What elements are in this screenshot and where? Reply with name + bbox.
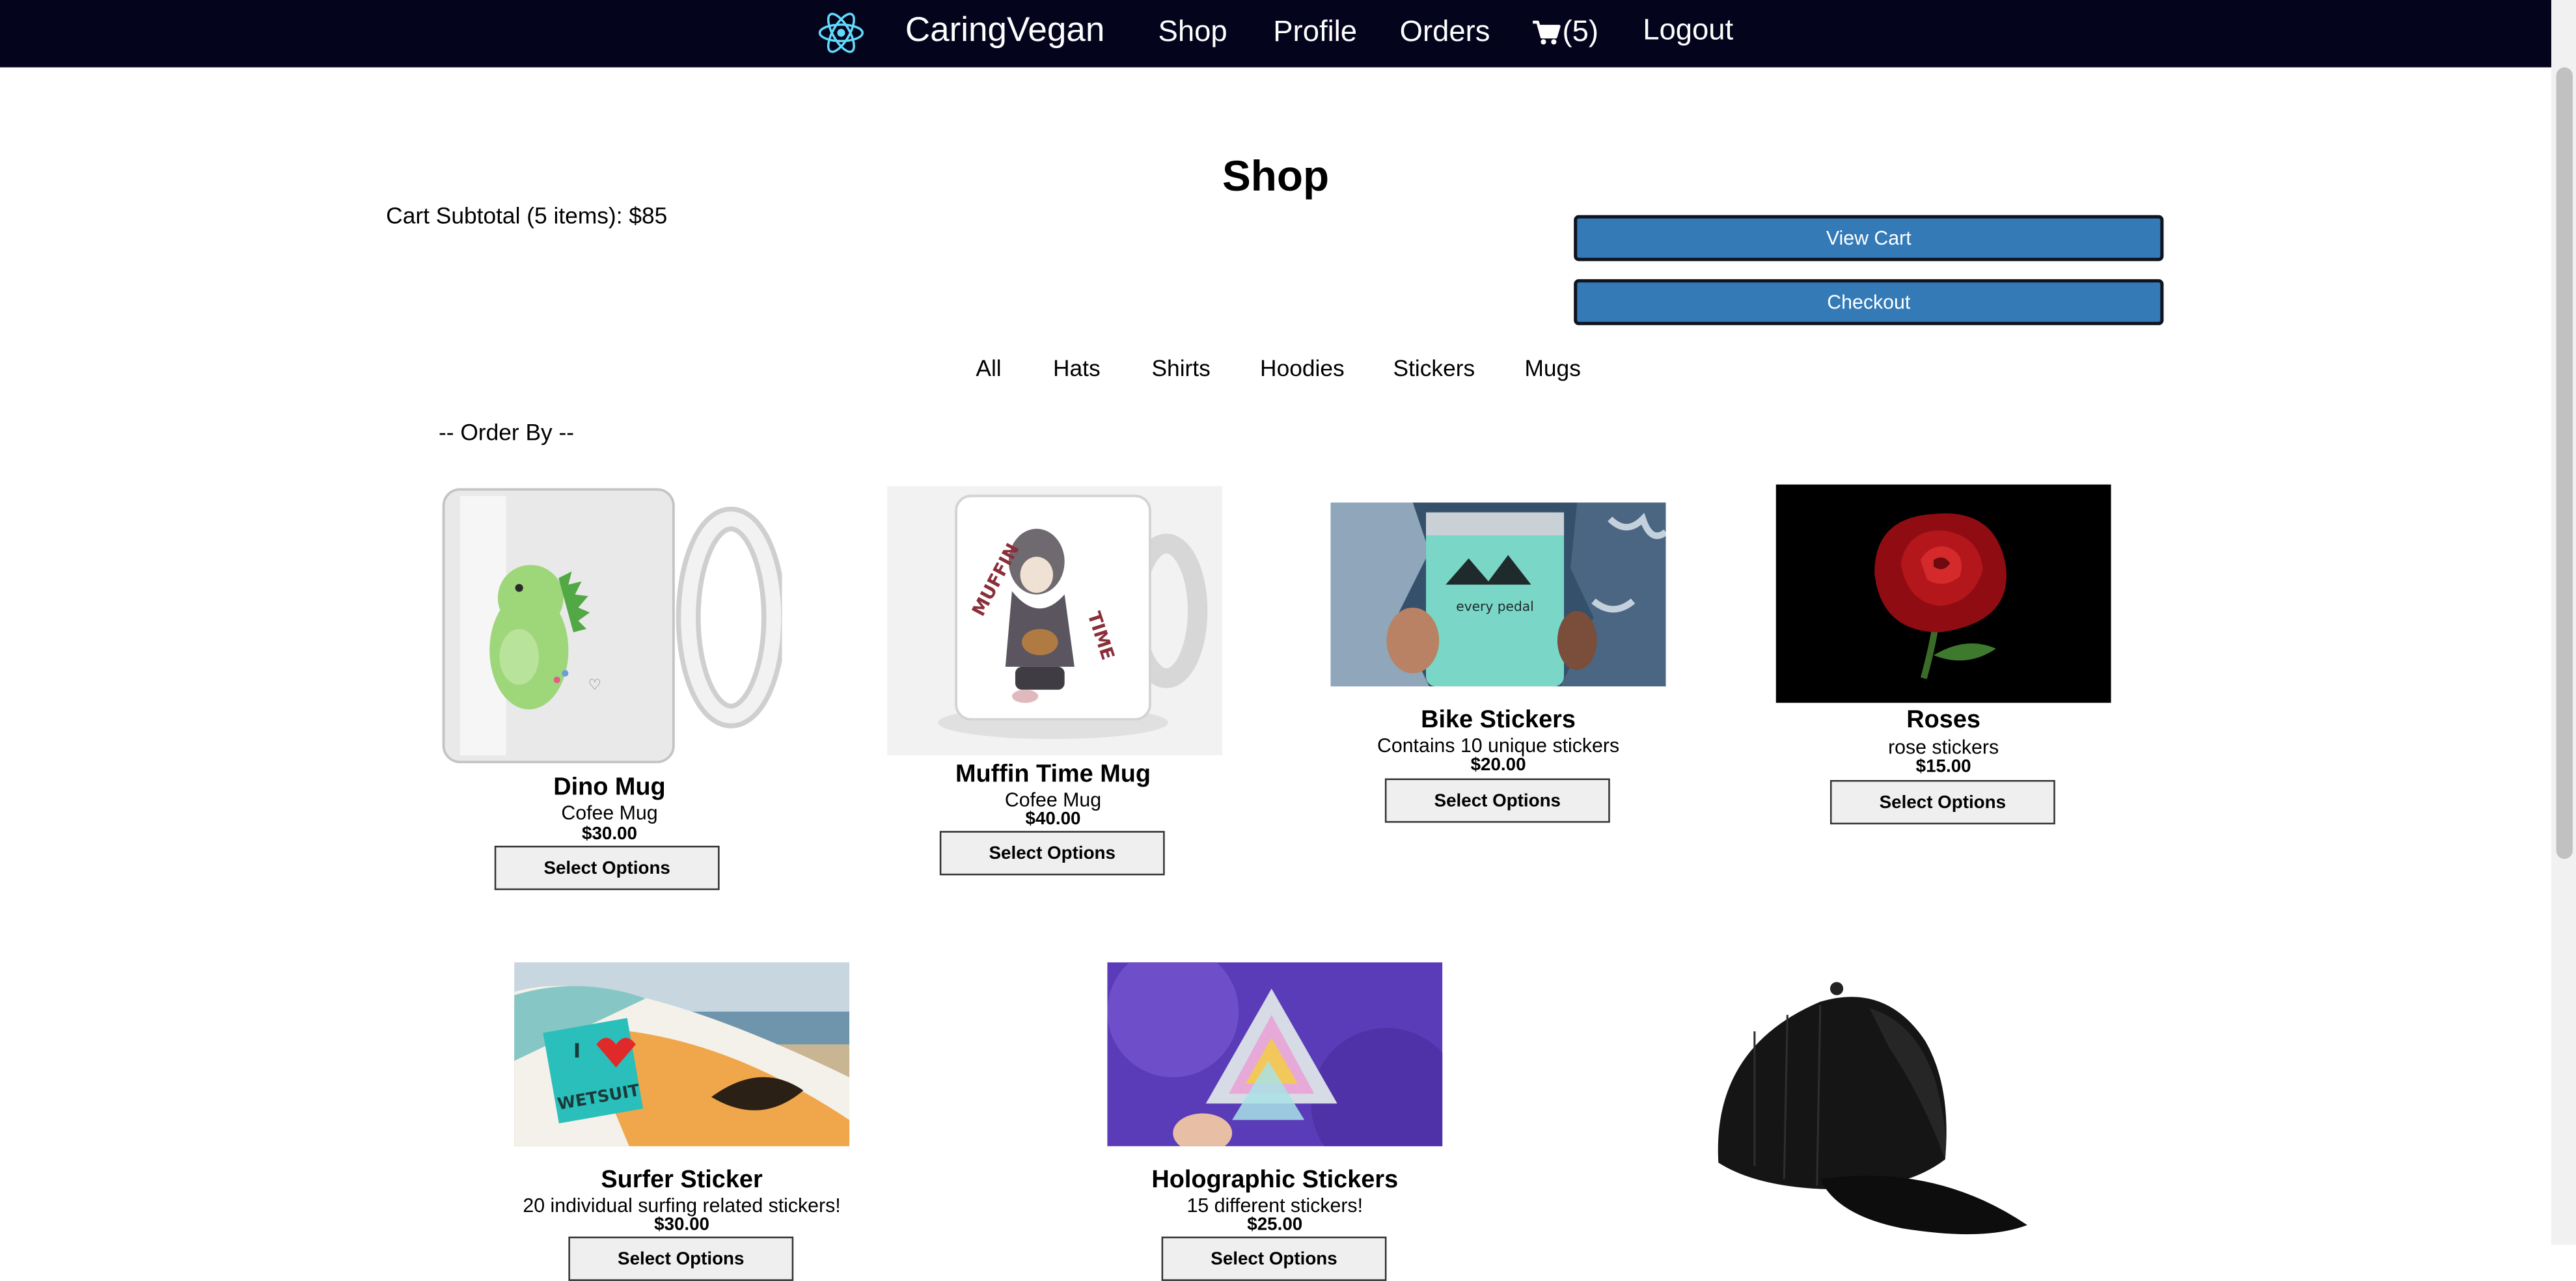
nav-profile-link[interactable]: Profile	[1273, 15, 1357, 49]
scrollbar-thumb[interactable]	[2556, 67, 2573, 859]
product-card: ♡ Dino Mug Cofee Mug $30.00 Select Optio…	[429, 479, 790, 898]
product-name: Holographic Stickers	[1151, 1166, 1399, 1194]
product-description: Cofee Mug	[1004, 788, 1102, 811]
black-hat-image[interactable]	[1705, 982, 2034, 1245]
cart-count: (5)	[1562, 14, 1599, 48]
product-price: $25.00	[1247, 1215, 1303, 1235]
category-tab-hoodies[interactable]: Hoodies	[1260, 355, 1345, 381]
select-options-button[interactable]: Select Options	[494, 845, 720, 891]
category-tab-stickers[interactable]: Stickers	[1393, 355, 1475, 381]
product-description: Contains 10 unique stickers	[1377, 734, 1620, 757]
dino-mug-image[interactable]: ♡	[437, 483, 782, 769]
page-title: Shop	[1222, 151, 1330, 200]
muffin-time-mug-image[interactable]: MUFFIN TIME	[887, 486, 1223, 756]
checkout-button[interactable]: Checkout	[1574, 279, 2164, 325]
category-tab-shirts[interactable]: Shirts	[1151, 355, 1210, 381]
nav-orders-link[interactable]: Orders	[1400, 15, 1490, 49]
product-price: $30.00	[654, 1215, 710, 1235]
shopping-cart-icon	[1533, 20, 1561, 44]
bike-stickers-image[interactable]: every pedal	[1330, 502, 1666, 687]
product-price: $30.00	[582, 824, 637, 844]
category-tab-hats[interactable]: Hats	[1053, 355, 1101, 381]
product-card: Roses rose stickers $15.00 Select Option…	[1762, 479, 2124, 833]
nav-shop-link[interactable]: Shop	[1158, 15, 1227, 49]
product-card: MUFFIN TIME Muffin Time Mug Cofee Mug $4…	[872, 479, 1233, 890]
product-name: Dino Mug	[553, 773, 666, 802]
brand-link[interactable]: CaringVegan	[905, 12, 1105, 51]
product-description: rose stickers	[1888, 735, 1999, 759]
category-tab-mugs[interactable]: Mugs	[1524, 355, 1580, 381]
select-options-button[interactable]: Select Options	[1161, 1236, 1387, 1281]
product-name: Surfer Sticker	[601, 1166, 763, 1194]
react-atom-icon[interactable]	[817, 8, 866, 58]
product-price: $40.00	[1025, 809, 1081, 829]
page-root: CaringVegan Shop Profile Orders (5) Logo…	[0, 0, 2576, 1281]
roses-image[interactable]	[1775, 484, 2111, 703]
nav-logout-link[interactable]: Logout	[1643, 13, 1733, 47]
product-description: 20 individual surfing related stickers!	[523, 1194, 841, 1217]
select-options-button[interactable]: Select Options	[1829, 779, 2055, 825]
product-card: Holographic Stickers 15 different sticke…	[1094, 958, 1455, 1281]
product-card: every pedal Bike Stickers Contains 10 un…	[1317, 496, 1679, 832]
category-tab-all[interactable]: All	[976, 355, 1001, 381]
select-options-button[interactable]: Select Options	[1384, 778, 1610, 823]
product-description: Cofee Mug	[561, 801, 658, 825]
product-card: I WETSUIT Surfer Sticker 20 individual s…	[501, 958, 862, 1281]
select-options-button[interactable]: Select Options	[939, 831, 1165, 876]
sticker-letter: I	[573, 1040, 581, 1063]
select-options-button[interactable]: Select Options	[568, 1236, 794, 1281]
cart-subtotal: Cart Subtotal (5 items): $85	[386, 202, 668, 228]
sticker-caption: every pedal	[1456, 599, 1533, 614]
surfer-sticker-image[interactable]: I WETSUIT	[514, 962, 850, 1146]
svg-text:♡: ♡	[588, 677, 601, 694]
product-card	[1692, 969, 2046, 1245]
product-price: $15.00	[1915, 757, 1971, 777]
product-name: Bike Stickers	[1421, 706, 1576, 735]
holographic-stickers-image[interactable]	[1107, 962, 1443, 1146]
nav-cart-link[interactable]: (5)	[1533, 15, 1598, 49]
product-price: $20.00	[1470, 755, 1526, 775]
product-name: Roses	[1906, 706, 1980, 735]
product-description: 15 different stickers!	[1186, 1194, 1363, 1217]
order-by-select[interactable]: -- Order By --	[439, 419, 574, 445]
product-name: Muffin Time Mug	[955, 760, 1151, 789]
view-cart-button[interactable]: View Cart	[1574, 215, 2164, 262]
top-navbar: CaringVegan Shop Profile Orders (5) Logo…	[0, 0, 2552, 68]
